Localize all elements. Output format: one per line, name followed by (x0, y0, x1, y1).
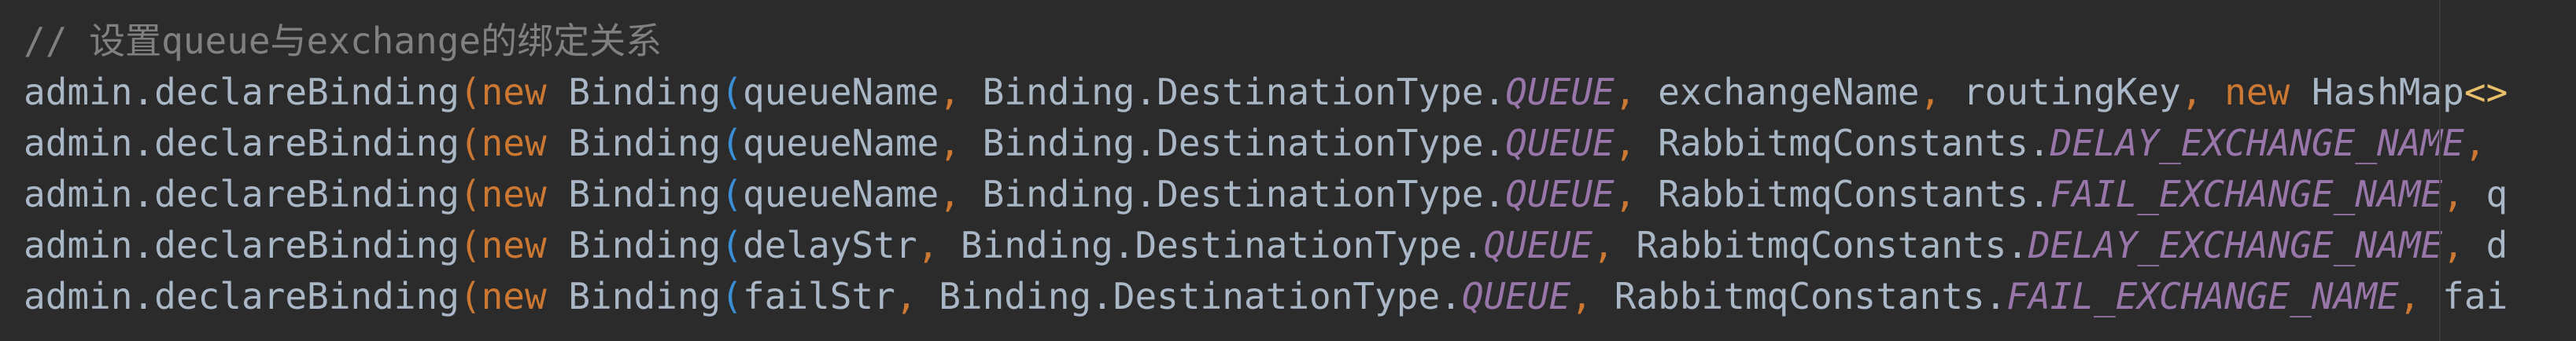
code-token-comma: , (939, 122, 961, 164)
code-token-arg: queueName (742, 71, 939, 113)
code-token-paren: ( (459, 122, 482, 164)
code-token-object: admin.declareBinding (24, 122, 459, 164)
code-token-paren: ( (721, 224, 743, 266)
code-token-arg: exchangeName (1636, 71, 1920, 113)
code-token-constant: FAIL_EXCHANGE_NAME (2050, 173, 2443, 215)
code-token-comma: , (1592, 224, 1615, 266)
code-token-arg: RabbitmqConstants. (1636, 173, 2050, 215)
code-token-comma: , (1570, 275, 1593, 317)
code-line-4[interactable]: admin.declareBinding(new Binding(delaySt… (24, 220, 2576, 271)
code-token-dest: Binding.DestinationType. (917, 275, 1462, 317)
code-token-arg: queueName (742, 122, 939, 164)
code-token-constant: DELAY_EXCHANGE_NAME (2050, 122, 2464, 164)
code-token-dest: Binding.DestinationType. (960, 122, 1506, 164)
code-token-class: Binding (546, 173, 722, 215)
code-token-comma: , (939, 71, 961, 113)
code-token-dest: Binding.DestinationType. (960, 173, 1506, 215)
code-token-object: admin.declareBinding (24, 224, 459, 266)
code-token-arg: RabbitmqConstants. (1614, 224, 2028, 266)
code-token-constant: FAIL_EXCHANGE_NAME (2006, 275, 2399, 317)
code-token-class: Binding (546, 224, 722, 266)
code-token-comma: , (895, 275, 917, 317)
code-token-generic: <> (2463, 71, 2508, 113)
code-token-class: Binding (546, 122, 722, 164)
code-line-3[interactable]: admin.declareBinding(new Binding(queueNa… (24, 169, 2576, 220)
code-token-paren: ( (721, 275, 743, 317)
code-token-paren: ( (459, 71, 482, 113)
code-token-constant: QUEUE (1505, 173, 1615, 215)
code-token-arg: fai (2420, 275, 2508, 317)
code-comment-line: // 设置queue与exchange的绑定关系 (24, 20, 662, 62)
code-token-paren: ( (459, 173, 482, 215)
code-token-arg: q (2463, 173, 2508, 215)
code-token-paren: ( (459, 275, 482, 317)
code-token-paren: ( (459, 224, 482, 266)
code-token-comma: , (917, 224, 939, 266)
code-token-comma: , (2180, 71, 2203, 113)
code-token-comma: , (2463, 122, 2486, 164)
code-token-keyword: new (481, 173, 547, 215)
code-token-object: admin.declareBinding (24, 173, 459, 215)
code-token-arg: delayStr (742, 224, 917, 266)
code-token-constant: QUEUE (1483, 224, 1593, 266)
code-token-comma: , (2442, 173, 2464, 215)
code-token-arg: RabbitmqConstants. (1636, 122, 2050, 164)
code-editor[interactable]: // 设置queue与exchange的绑定关系 admin.declareBi… (0, 0, 2576, 341)
code-token-comma: , (2398, 275, 2421, 317)
code-token-comma: , (939, 173, 961, 215)
code-token-keyword: new (481, 71, 547, 113)
code-token-comma: , (1614, 173, 1637, 215)
code-token-arg: routingKey (1941, 71, 2181, 113)
code-token-keyword: new (2202, 71, 2290, 113)
code-token-arg: d (2463, 224, 2508, 266)
code-token-dest: Binding.DestinationType. (939, 224, 1484, 266)
code-token-paren: ( (721, 122, 743, 164)
code-line-2[interactable]: admin.declareBinding(new Binding(queueNa… (24, 118, 2576, 169)
right-margin-guide (2439, 0, 2441, 341)
code-token-keyword: new (481, 122, 547, 164)
code-token-constant: QUEUE (1461, 275, 1571, 317)
code-token-comma: , (1614, 71, 1637, 113)
code-token-object: admin.declareBinding (24, 275, 459, 317)
code-token-keyword: new (481, 224, 547, 266)
code-token-constant: QUEUE (1505, 71, 1615, 113)
code-token-paren: ( (721, 71, 743, 113)
code-token-constant: DELAY_EXCHANGE_NAME (2028, 224, 2443, 266)
code-line-5[interactable]: admin.declareBinding(new Binding(failStr… (24, 271, 2576, 322)
code-token-object: admin.declareBinding (24, 71, 459, 113)
code-token-comma: , (1614, 122, 1637, 164)
code-token-arg: RabbitmqConstants. (1592, 275, 2007, 317)
code-token-comma: , (1919, 71, 1942, 113)
code-token-class: Binding (546, 275, 722, 317)
code-token-constant: QUEUE (1505, 122, 1615, 164)
code-token-arg: failStr (742, 275, 895, 317)
code-token-comma: , (2442, 224, 2464, 266)
code-line-1[interactable]: admin.declareBinding(new Binding(queueNa… (24, 67, 2576, 118)
code-token-keyword: new (481, 275, 547, 317)
code-token-dest: Binding.DestinationType. (960, 71, 1506, 113)
code-token-class: HashMap (2290, 71, 2464, 113)
code-token-arg: queueName (742, 173, 939, 215)
code-token-class: Binding (546, 71, 722, 113)
code-token-paren: ( (721, 173, 743, 215)
